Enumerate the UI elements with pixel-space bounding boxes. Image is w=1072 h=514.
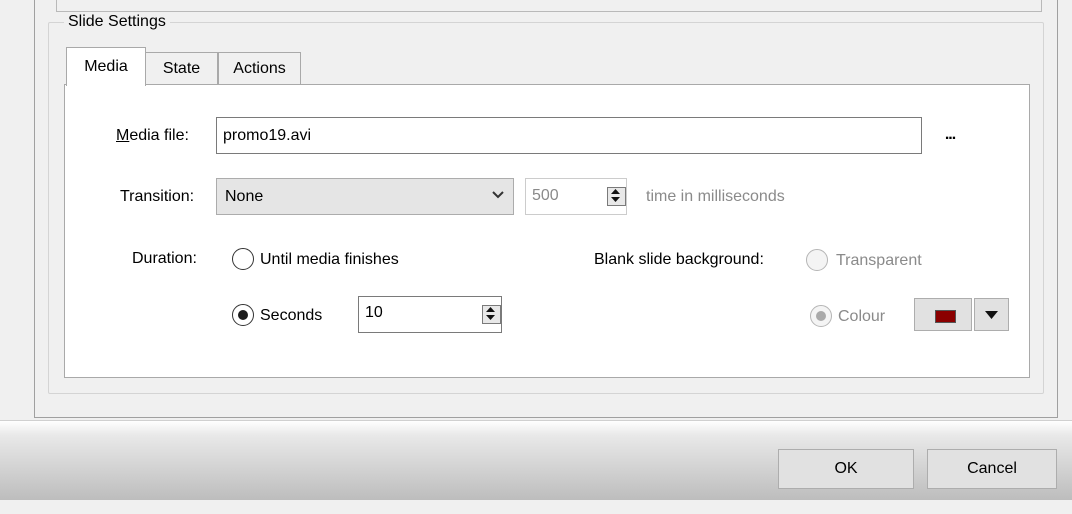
window-bottom-edge bbox=[0, 500, 1072, 514]
tab-state[interactable]: State bbox=[145, 52, 218, 85]
tab-media[interactable]: Media bbox=[66, 47, 146, 86]
transition-duration-hint: time in milliseconds bbox=[646, 188, 785, 205]
browse-button[interactable]: ... bbox=[934, 127, 966, 148]
media-file-input[interactable]: promo19.avi bbox=[216, 117, 922, 154]
radio-until-media-finishes[interactable] bbox=[232, 248, 254, 270]
colour-dropdown-button[interactable] bbox=[974, 298, 1009, 331]
transition-label: Transition: bbox=[120, 188, 195, 205]
colour-picker-button[interactable] bbox=[914, 298, 972, 331]
radio-seconds[interactable] bbox=[232, 304, 254, 326]
media-file-value: promo19.avi bbox=[223, 126, 312, 144]
spin-up-icon[interactable] bbox=[608, 188, 623, 195]
caret-down-icon bbox=[985, 311, 998, 319]
spin-down-icon[interactable] bbox=[483, 314, 498, 321]
transition-select[interactable]: None bbox=[216, 178, 514, 215]
chevron-down-icon bbox=[492, 191, 504, 199]
radio-selected-dot bbox=[238, 310, 248, 320]
ok-button[interactable]: OK bbox=[778, 449, 914, 489]
tab-actions[interactable]: Actions bbox=[218, 52, 301, 85]
colour-swatch bbox=[935, 310, 956, 323]
transition-selected-value: None bbox=[225, 187, 264, 205]
radio-transparent[interactable] bbox=[806, 249, 828, 271]
upper-panel-edge bbox=[56, 0, 1042, 12]
seconds-input[interactable]: 10 bbox=[358, 296, 502, 333]
transition-duration-value: 500 bbox=[532, 187, 559, 204]
seconds-value: 10 bbox=[365, 304, 383, 321]
spin-down-icon[interactable] bbox=[608, 196, 623, 203]
transition-duration-spinner[interactable] bbox=[607, 187, 626, 206]
radio-selected-dot bbox=[816, 311, 826, 321]
colour-label: Colour bbox=[838, 308, 886, 325]
transparent-label: Transparent bbox=[836, 252, 922, 269]
transition-duration-input[interactable]: 500 bbox=[525, 178, 627, 215]
group-title: Slide Settings bbox=[64, 12, 170, 32]
media-file-label-text: edia file: bbox=[129, 127, 189, 144]
spin-up-icon[interactable] bbox=[483, 306, 498, 313]
until-media-finishes-label: Until media finishes bbox=[260, 251, 399, 268]
blank-slide-background-label: Blank slide background: bbox=[594, 251, 764, 268]
media-file-label-mnemonic: M bbox=[116, 127, 130, 144]
radio-colour[interactable] bbox=[810, 305, 832, 327]
seconds-spinner[interactable] bbox=[482, 305, 501, 324]
cancel-button[interactable]: Cancel bbox=[927, 449, 1057, 489]
seconds-label: Seconds bbox=[260, 307, 323, 324]
media-file-label: Media file: bbox=[116, 126, 189, 146]
duration-label: Duration: bbox=[132, 250, 197, 267]
